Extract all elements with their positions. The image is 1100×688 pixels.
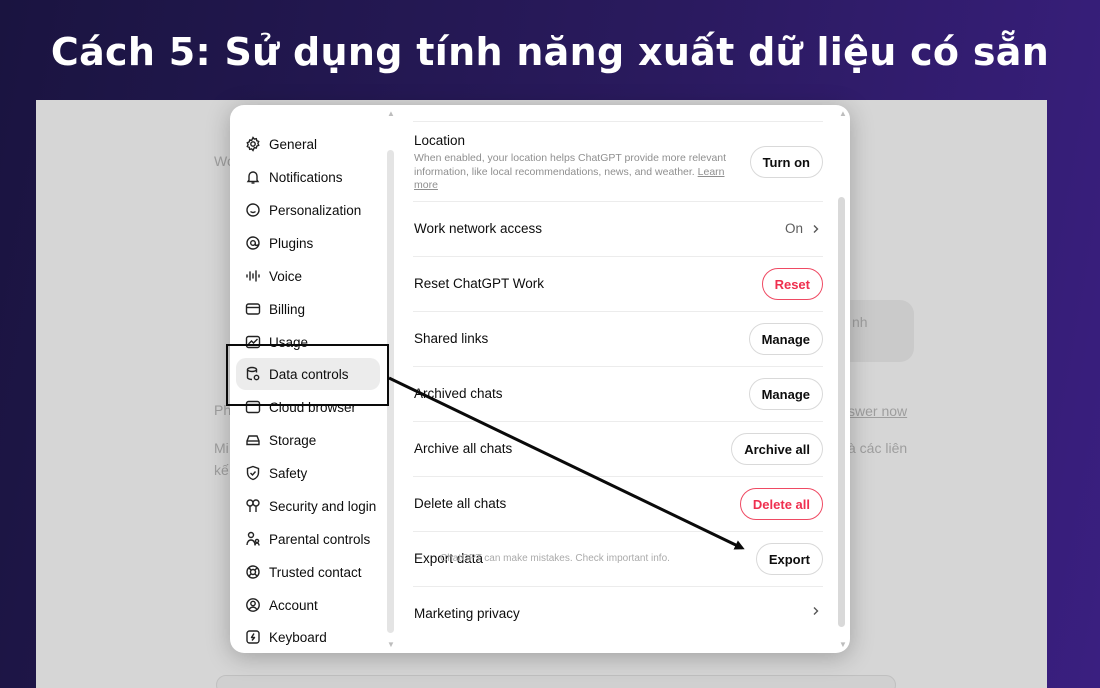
data-controls-panel: Location When enabled, your location hel… (413, 105, 823, 653)
sidebar-item-label: Plugins (269, 235, 314, 251)
sidebar-item-label: Personalization (269, 202, 362, 218)
sidebar-item-voice[interactable]: Voice (236, 260, 380, 292)
shared-links-label: Shared links (414, 331, 489, 346)
sidebar-item-account[interactable]: Account (236, 589, 380, 621)
reset-button[interactable]: Reset (761, 268, 823, 300)
sidebar-item-parental-controls[interactable]: Parental controls (236, 523, 380, 555)
account-icon (245, 597, 261, 613)
location-label: Location (414, 133, 466, 148)
sidebar-item-trusted-contact[interactable]: Trusted contact (236, 556, 380, 588)
banner-title: Cách 5: Sử dụng tính năng xuất dữ liệu c… (50, 30, 1050, 74)
sidebar-item-label: Notifications (269, 169, 343, 185)
sidebar-item-label: Account (269, 597, 318, 613)
archive-all-row: Archive all chats Archive all (413, 421, 823, 476)
shield-icon (245, 465, 261, 481)
sidebar-item-label: Trusted contact (269, 564, 362, 580)
export-button[interactable]: Export (755, 543, 823, 575)
key-icon (245, 498, 261, 514)
chevron-right-icon (813, 224, 819, 233)
marketing-privacy-label: Marketing privacy (414, 606, 520, 621)
sidebar-item-label: Safety (269, 465, 308, 481)
sidebar-item-general[interactable]: General (236, 128, 380, 160)
archive-all-button[interactable]: Archive all (731, 433, 823, 465)
content-scrollbar[interactable] (838, 197, 845, 627)
work-network-row[interactable]: Work network access On (413, 201, 823, 256)
sidebar-item-label: Voice (269, 268, 303, 284)
background-text: kế (214, 462, 229, 478)
archived-chats-label: Archived chats (414, 386, 503, 401)
bell-icon (245, 169, 261, 185)
disclaimer-text: ChatGPT can make mistakes. Check importa… (440, 553, 670, 564)
location-description: When enabled, your location helps ChatGP… (414, 152, 727, 191)
manage-archived-chats-button[interactable]: Manage (748, 378, 823, 410)
background-input-bar (216, 675, 896, 688)
lifebuoy-icon (245, 564, 261, 580)
reset-work-label: Reset ChatGPT Work (414, 276, 545, 291)
waveform-icon (245, 268, 261, 284)
sidebar-item-label: Keyboard (269, 629, 327, 645)
chevron-right-icon (813, 607, 819, 615)
parental-icon (245, 531, 261, 547)
background-text: swer now (848, 403, 908, 419)
sidebar-item-personalization[interactable]: Personalization (236, 194, 380, 226)
marketing-privacy-row[interactable]: Marketing privacy (413, 586, 823, 641)
personalization-icon (245, 202, 261, 218)
content-scroll-down-icon[interactable]: ▼ (839, 640, 847, 649)
shared-links-row: Shared links Manage (413, 311, 823, 366)
sidebar-item-security-and-login[interactable]: Security and login (236, 490, 380, 522)
plugins-icon (245, 235, 261, 251)
background-text: nh (852, 314, 868, 330)
sidebar-item-plugins[interactable]: Plugins (236, 227, 380, 259)
sidebar-item-billing[interactable]: Billing (236, 293, 380, 325)
delete-all-button[interactable]: Delete all (739, 488, 823, 520)
card-icon (245, 301, 261, 317)
keyboard-icon (245, 629, 261, 645)
work-network-label: Work network access (414, 221, 543, 236)
gear-icon (245, 136, 261, 152)
content-scroll-up-icon[interactable]: ▲ (839, 109, 847, 118)
delete-all-label: Delete all chats (414, 496, 507, 511)
sidebar-scroll-up-icon[interactable]: ▲ (387, 109, 395, 118)
manage-shared-links-button[interactable]: Manage (748, 323, 823, 355)
storage-icon (245, 432, 261, 448)
reset-work-row: Reset ChatGPT Work Reset (413, 256, 823, 311)
sidebar-item-keyboard[interactable]: Keyboard (236, 621, 380, 653)
delete-all-row: Delete all chats Delete all (413, 476, 823, 531)
archived-chats-row: Archived chats Manage (413, 366, 823, 421)
sidebar-scroll-down-icon[interactable]: ▼ (387, 640, 395, 649)
sidebar-item-label: Storage (269, 432, 317, 448)
work-network-value: On (784, 221, 803, 236)
annotation-highlight-box (226, 344, 389, 406)
background-text: Mi (214, 440, 229, 456)
archive-all-label: Archive all chats (414, 441, 513, 456)
sidebar-item-notifications[interactable]: Notifications (236, 161, 380, 193)
sidebar-item-label: Parental controls (269, 531, 371, 547)
sidebar-item-storage[interactable]: Storage (236, 424, 380, 456)
sidebar-item-label: General (269, 136, 318, 152)
turn-on-button[interactable]: Turn on (749, 146, 823, 178)
sidebar-item-safety[interactable]: Safety (236, 457, 380, 489)
sidebar-item-label: Security and login (269, 498, 377, 514)
location-row: Location When enabled, your location hel… (413, 121, 823, 201)
sidebar-item-label: Billing (269, 301, 306, 317)
background-text: à các liên (848, 440, 908, 456)
